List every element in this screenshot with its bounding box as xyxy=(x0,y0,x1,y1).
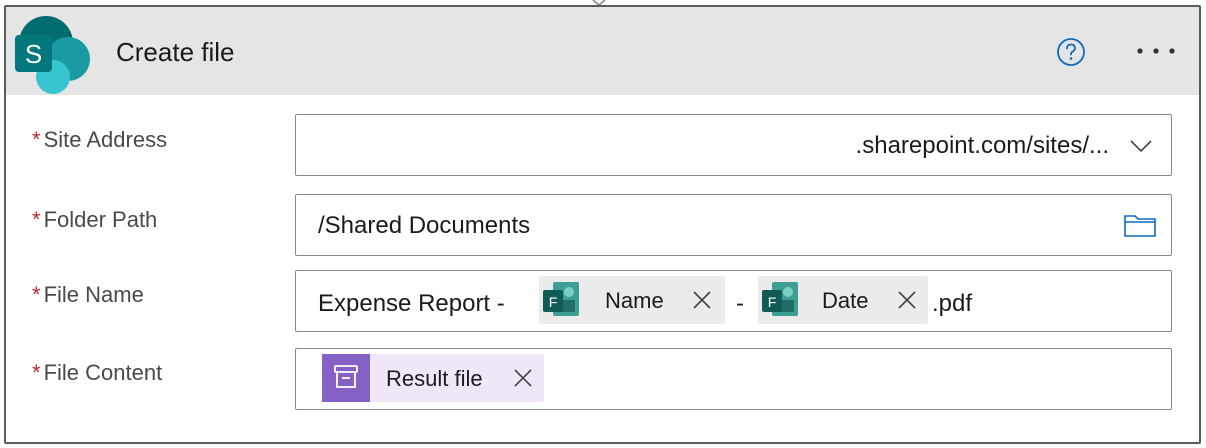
token-label: Result file xyxy=(386,366,483,391)
file-name-suffix: .pdf xyxy=(932,290,973,317)
folder-path-value: /Shared Documents xyxy=(318,212,531,239)
folder-icon[interactable] xyxy=(1123,212,1157,238)
archive-icon xyxy=(322,354,370,402)
folder-path-label: * Folder Path xyxy=(32,207,158,232)
file-content-label: * File Content xyxy=(32,360,163,385)
folder-path-input[interactable]: /Shared Documents xyxy=(295,194,1172,256)
forms-icon: F xyxy=(762,282,798,316)
required-mark: * xyxy=(32,207,41,232)
date-token[interactable]: F Date xyxy=(758,276,928,324)
file-name-prefix: Expense Report - xyxy=(318,290,505,317)
site-address-value: .sharepoint.com/sites/... xyxy=(855,132,1109,159)
svg-text:F: F xyxy=(768,294,777,310)
file-name-input[interactable]: Expense Report - F Name - F Date .pdf xyxy=(295,270,1172,332)
chevron-down-icon[interactable] xyxy=(1129,139,1153,153)
sharepoint-logo-icon: S xyxy=(15,16,90,94)
question-circle-icon[interactable] xyxy=(1056,37,1086,67)
result-file-token[interactable]: Result file xyxy=(322,354,544,402)
card-header[interactable]: S Create file xyxy=(6,7,1199,95)
required-mark: * xyxy=(32,360,41,385)
required-mark: * xyxy=(32,282,41,307)
close-icon[interactable] xyxy=(896,289,918,311)
token-label: Date xyxy=(822,288,869,313)
forms-icon: F xyxy=(543,282,579,316)
file-name-separator: - xyxy=(736,290,744,317)
svg-text:F: F xyxy=(549,294,558,310)
site-address-dropdown[interactable]: .sharepoint.com/sites/... xyxy=(295,114,1172,176)
name-token[interactable]: F Name xyxy=(539,276,725,324)
card-title: Create file xyxy=(116,37,235,67)
token-label: Name xyxy=(605,288,664,313)
close-icon[interactable] xyxy=(512,367,534,389)
file-name-label: * File Name xyxy=(32,282,144,307)
required-mark: * xyxy=(32,127,41,152)
file-content-input[interactable]: Result file xyxy=(295,348,1172,410)
ellipsis-icon[interactable] xyxy=(1134,45,1178,57)
svg-text:S: S xyxy=(25,39,42,69)
close-icon[interactable] xyxy=(691,289,713,311)
create-file-action-card: S Create file * Site Address .sharepoint.… xyxy=(4,5,1201,444)
site-address-label: * Site Address xyxy=(32,127,168,152)
